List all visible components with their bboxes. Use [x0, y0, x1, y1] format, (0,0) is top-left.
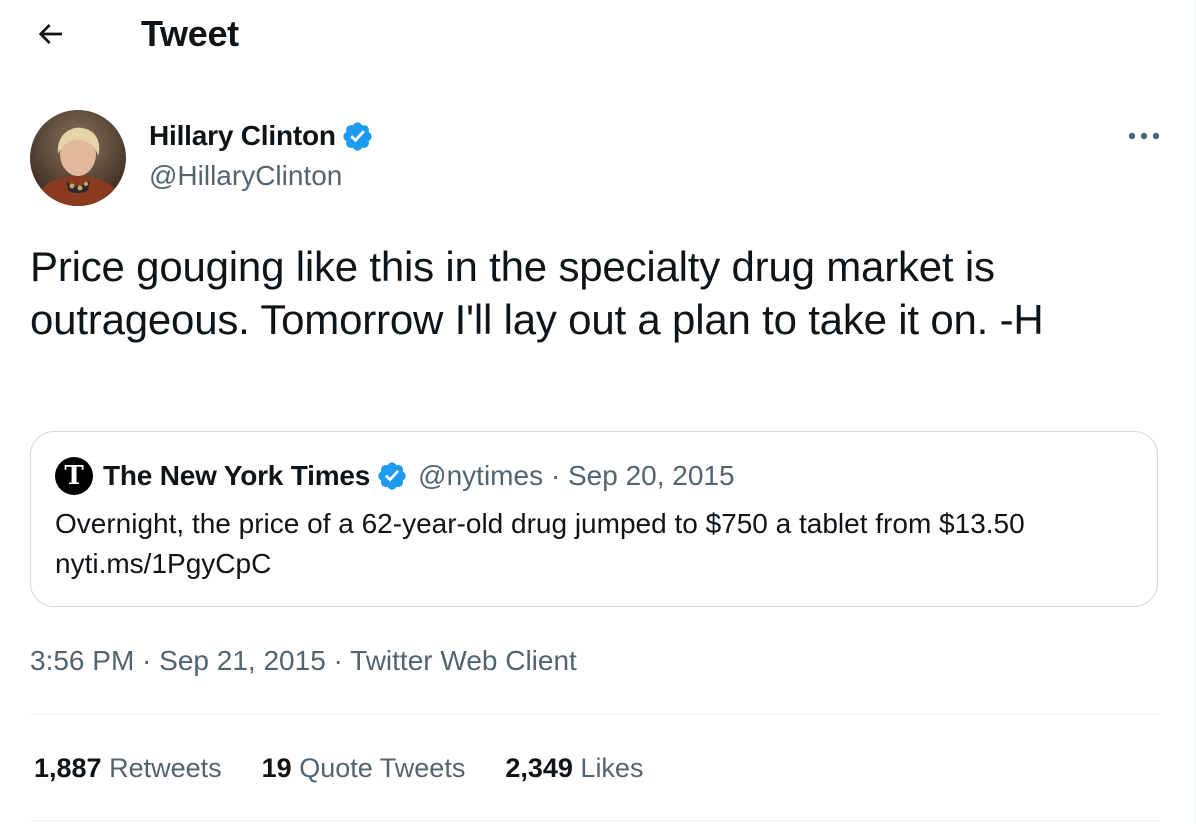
arrow-left-icon [38, 24, 62, 44]
author-handle[interactable]: @HillaryClinton [149, 156, 342, 196]
verified-badge-icon [378, 462, 406, 490]
meta-separator: · [134, 645, 160, 676]
quoted-tweet-card[interactable]: T The New York Times @nytimes · Sep 20, … [30, 431, 1158, 607]
quoted-tweet-header: T The New York Times @nytimes · Sep 20, … [55, 456, 735, 496]
quote-tweets-stat[interactable]: 19 Quote Tweets [262, 748, 466, 788]
quoted-meta-separator: · [543, 460, 568, 491]
tweet-source: Twitter Web Client [350, 645, 577, 676]
avatar-image [30, 110, 126, 206]
engagement-stats: 1,887 Retweets 19 Quote Tweets 2,349 Lik… [34, 748, 683, 788]
quoted-tweet-date: Sep 20, 2015 [567, 460, 735, 491]
quoted-tweet-text: Overnight, the price of a 62-year-old dr… [55, 508, 1025, 539]
stat-count: 2,349 [505, 753, 573, 783]
stat-count: 1,887 [34, 753, 102, 783]
more-options-button[interactable] [1122, 116, 1166, 156]
tweet-meta: 3:56 PM · Sep 21, 2015 · Twitter Web Cli… [30, 641, 577, 681]
quoted-tweet-link[interactable]: nyti.ms/1PgyCpC [55, 544, 1135, 584]
verified-badge-icon [343, 121, 372, 151]
quoted-author-name: The New York Times [103, 460, 371, 491]
tweet-time[interactable]: 3:56 PM [30, 645, 134, 676]
stat-label: Retweets [109, 753, 222, 783]
nyt-logo-icon: T [55, 457, 93, 495]
stat-label: Quote Tweets [299, 753, 466, 783]
nyt-logo-glyph: T [64, 461, 84, 491]
stat-count: 19 [261, 753, 292, 783]
stat-label: Likes [580, 753, 644, 783]
back-button[interactable] [26, 12, 74, 56]
author-name[interactable]: Hillary Clinton [149, 116, 336, 156]
page-header: Tweet [0, 0, 1194, 68]
tweet-page: Tweet Hillary Clinton @HillaryClinton Pr… [0, 0, 1196, 824]
divider [30, 820, 1160, 821]
avatar[interactable] [30, 110, 126, 206]
page-title: Tweet [141, 13, 239, 54]
tweet-text: Price gouging like this in the specialty… [30, 243, 1044, 343]
tweet-date[interactable]: Sep 21, 2015 [159, 645, 326, 676]
meta-separator: · [325, 645, 351, 676]
quoted-tweet-body: Overnight, the price of a 62-year-old dr… [55, 504, 1135, 584]
more-dots-icon [1128, 132, 1160, 140]
likes-stat[interactable]: 2,349 Likes [505, 748, 643, 788]
divider [30, 714, 1160, 715]
quoted-author-handle: @nytimes [418, 460, 544, 491]
retweets-stat[interactable]: 1,887 Retweets [34, 748, 222, 788]
author-name-row: Hillary Clinton [149, 116, 374, 156]
